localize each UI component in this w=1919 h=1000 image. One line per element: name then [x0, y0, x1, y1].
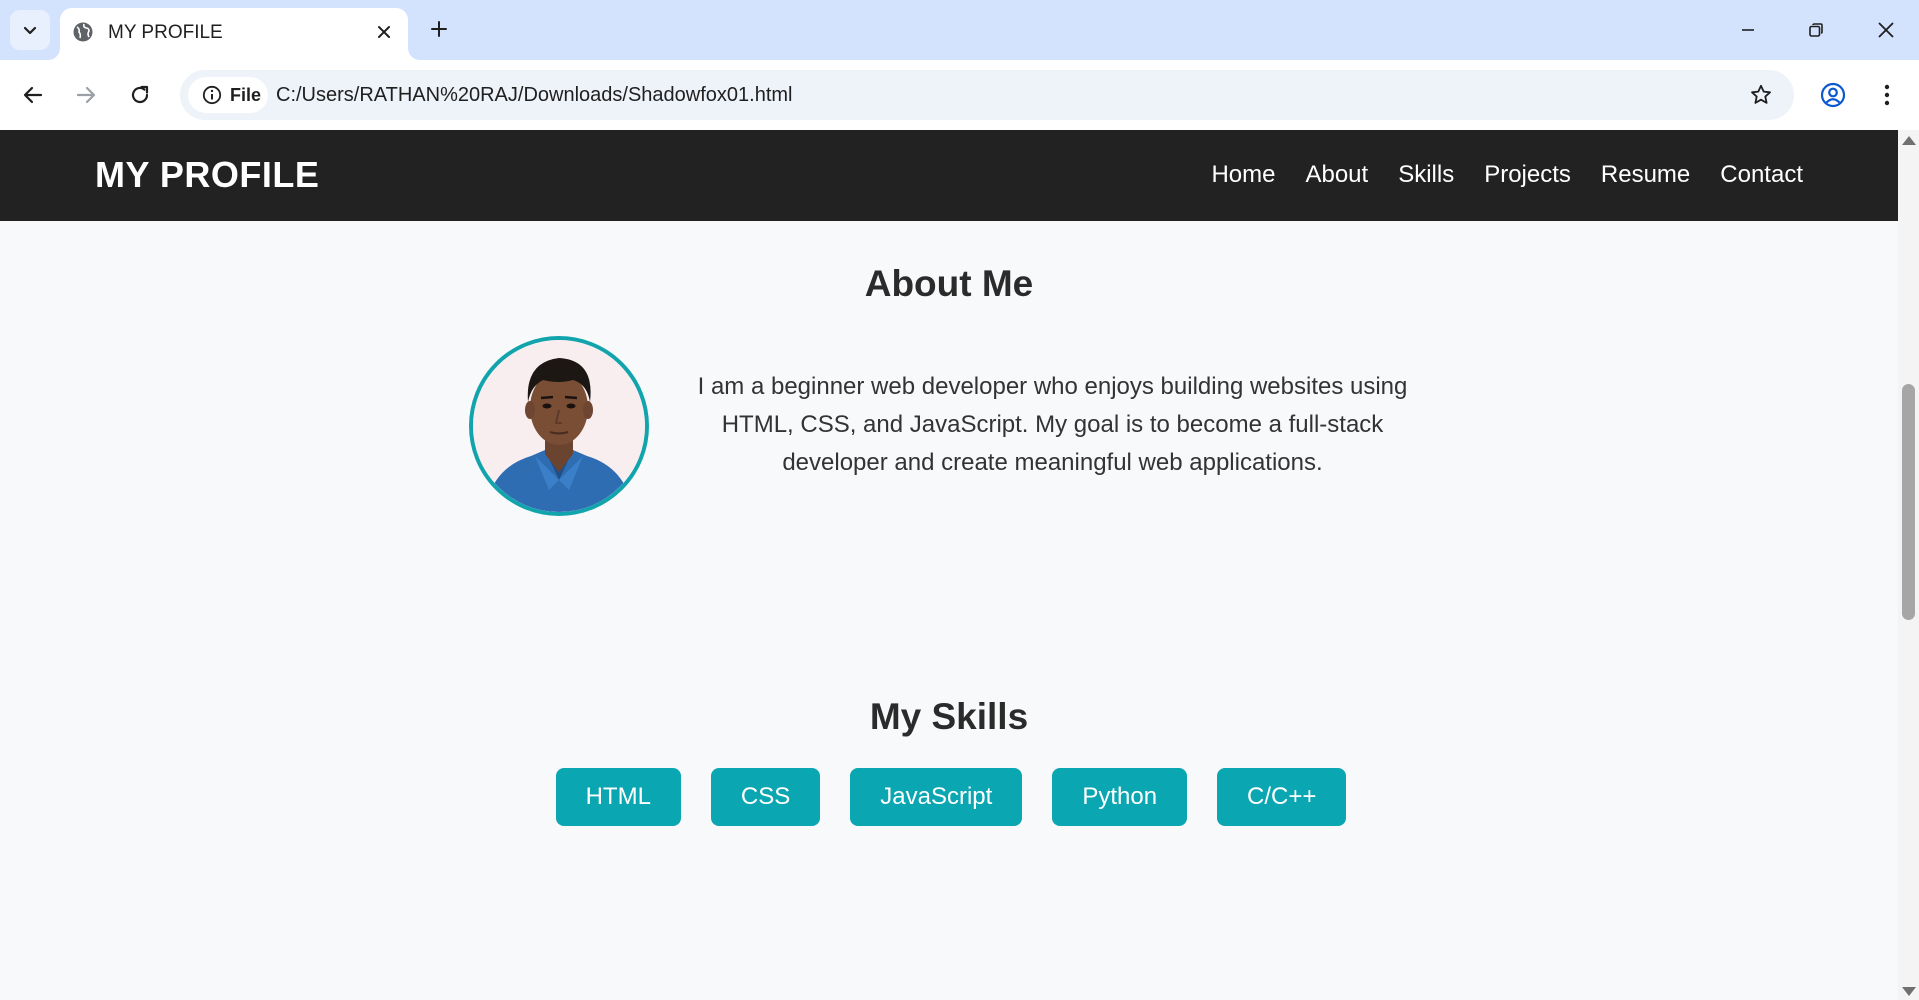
skill-badge-python: Python	[1052, 768, 1188, 826]
nav-link-projects[interactable]: Projects	[1484, 160, 1571, 190]
site-header: MY PROFILE Home About Skills Projects Re…	[0, 130, 1898, 221]
reload-icon	[131, 85, 149, 104]
restore-button[interactable]	[1788, 8, 1844, 52]
skills-title: My Skills	[869, 696, 1029, 737]
nav-link-about[interactable]: About	[1305, 160, 1368, 190]
about-description: I am a beginner web developer who enjoys…	[697, 373, 1408, 476]
profile-icon	[1820, 82, 1846, 108]
restore-icon	[1809, 23, 1823, 37]
scroll-down-arrow-icon[interactable]	[1902, 987, 1916, 996]
tab-title: MY PROFILE	[108, 22, 223, 43]
minimize-icon	[1742, 29, 1754, 31]
new-tab-button[interactable]	[422, 12, 456, 46]
back-button[interactable]	[13, 75, 53, 115]
back-arrow-icon	[23, 86, 43, 104]
skill-badge-javascript: JavaScript	[850, 768, 1023, 826]
nav-link-home[interactable]: Home	[1211, 160, 1275, 190]
scrollbar-thumb[interactable]	[1902, 384, 1915, 620]
profile-photo	[469, 336, 649, 516]
forward-button[interactable]	[66, 75, 106, 115]
reload-button[interactable]	[120, 75, 160, 115]
scroll-up-arrow-icon[interactable]	[1902, 136, 1916, 145]
about-title: About Me	[864, 263, 1034, 304]
nav-link-skills[interactable]: Skills	[1398, 160, 1454, 190]
browser-tab-active[interactable]: MY PROFILE	[60, 8, 408, 60]
skill-badge-html: HTML	[555, 768, 681, 826]
tab-list-icon	[23, 26, 37, 35]
browser-tab-strip: MY PROFILE	[0, 0, 1919, 60]
minimize-button[interactable]	[1720, 8, 1776, 52]
nav-link-contact[interactable]: Contact	[1720, 160, 1803, 190]
profile-button[interactable]	[1813, 75, 1853, 115]
nav-link-resume[interactable]: Resume	[1601, 160, 1690, 190]
page-viewport: MY PROFILE Home About Skills Projects Re…	[0, 130, 1898, 1000]
site-logo[interactable]: MY PROFILE	[95, 154, 319, 196]
site-info-label: File	[230, 84, 262, 105]
skills-list: HTML CSS JavaScript Python C/C++	[0, 768, 1898, 826]
profile-photo-illustration	[473, 340, 645, 512]
forward-arrow-icon	[76, 86, 96, 104]
tab-list-button[interactable]	[10, 10, 50, 50]
browser-toolbar: File C:/Users/RATHAN%20RAJ/Downloads/Sha…	[0, 60, 1919, 130]
plus-icon	[431, 21, 447, 37]
site-info-chip[interactable]: File	[188, 77, 268, 113]
window-close-icon	[1878, 22, 1894, 38]
skill-badge-css: CSS	[710, 768, 821, 826]
close-icon	[378, 26, 390, 38]
bookmark-button[interactable]	[1746, 80, 1776, 110]
tab-close-button[interactable]	[372, 20, 396, 44]
url-text[interactable]: C:/Users/RATHAN%20RAJ/Downloads/Shadowfo…	[276, 83, 793, 107]
skill-badge-c-cpp: C/C++	[1217, 768, 1347, 826]
browser-menu-button[interactable]	[1867, 75, 1907, 115]
window-close-button[interactable]	[1858, 8, 1914, 52]
page-scrollbar[interactable]	[1898, 130, 1919, 1000]
info-icon	[202, 85, 222, 105]
address-bar[interactable]: File C:/Users/RATHAN%20RAJ/Downloads/Sha…	[180, 70, 1794, 120]
site-nav: Home About Skills Projects Resume Contac…	[1211, 160, 1803, 190]
kebab-menu-icon	[1884, 84, 1890, 106]
star-icon	[1751, 84, 1771, 104]
globe-icon	[73, 22, 93, 42]
